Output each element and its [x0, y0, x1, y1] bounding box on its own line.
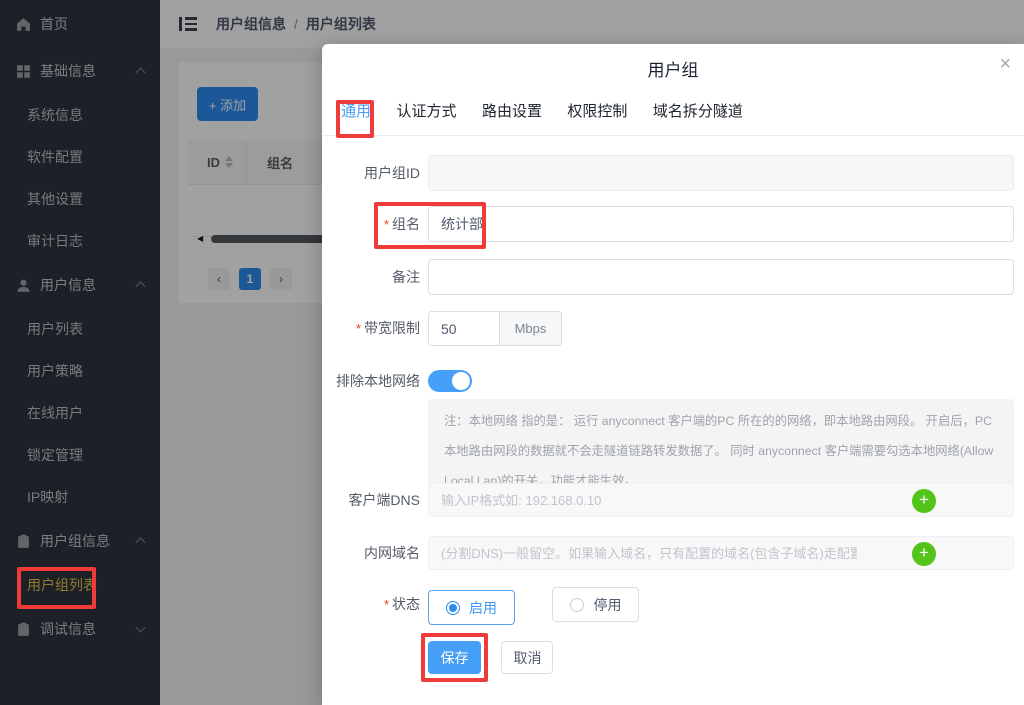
- tab-permission-control[interactable]: 权限控制: [567, 100, 627, 134]
- modal-tabs: 通用 认证方式 路由设置 权限控制 域名拆分隧道: [322, 100, 1024, 136]
- field-label: 用户组ID: [364, 155, 420, 191]
- radio-selected-icon: [446, 601, 460, 615]
- modal-title: 用户组: [322, 56, 1024, 81]
- intranet-domain-input[interactable]: [429, 537, 869, 569]
- form-row-client-dns: 客户端DNS +: [428, 483, 1014, 517]
- add-dns-button[interactable]: +: [912, 489, 936, 513]
- status-option-disable[interactable]: 停用: [552, 587, 639, 622]
- required-asterisk: *: [384, 217, 389, 232]
- bandwidth-input[interactable]: [429, 312, 499, 345]
- bandwidth-unit: Mbps: [499, 312, 561, 345]
- form-row-group-id: 用户组ID: [428, 155, 1014, 191]
- group-id-input[interactable]: [428, 155, 1014, 191]
- form-actions: 保存 取消: [428, 641, 1014, 674]
- form-row-status: *状态 启用 停用: [428, 587, 1014, 625]
- field-label: *状态: [384, 587, 420, 622]
- client-dns-input[interactable]: [429, 484, 869, 516]
- app-root: 首页 基础信息 系统信息 软件配置 其他设置 审计日志 用户信息 用户列表 用户…: [0, 0, 1024, 705]
- required-asterisk: *: [384, 597, 389, 612]
- field-label: *带宽限制: [356, 311, 420, 346]
- tab-domain-split-tunnel[interactable]: 域名拆分隧道: [653, 100, 743, 134]
- field-label: *组名: [384, 206, 420, 243]
- tab-general[interactable]: 通用: [341, 100, 371, 136]
- add-domain-button[interactable]: +: [912, 542, 936, 566]
- field-label: 客户端DNS: [348, 483, 420, 517]
- field-label: 备注: [392, 259, 420, 295]
- usergroup-modal: 用户组 × 通用 认证方式 路由设置 权限控制 域名拆分隧道 用户组ID *组名…: [322, 44, 1024, 705]
- form-row-remark: 备注: [428, 259, 1014, 295]
- toggle-knob: [452, 372, 470, 390]
- status-option-enable[interactable]: 启用: [428, 590, 515, 625]
- radio-unselected-icon: [570, 598, 584, 612]
- exclude-local-toggle[interactable]: [428, 370, 472, 392]
- form-row-group-name: *组名: [428, 206, 1014, 242]
- field-label: 内网域名: [364, 536, 420, 570]
- close-icon[interactable]: ×: [999, 54, 1011, 74]
- field-label: 排除本地网络: [336, 370, 420, 392]
- client-dns-field: +: [428, 483, 1014, 517]
- required-asterisk: *: [356, 321, 361, 336]
- intranet-domain-field: +: [428, 536, 1014, 570]
- save-button[interactable]: 保存: [428, 641, 481, 674]
- bandwidth-input-group: Mbps: [428, 311, 562, 346]
- form-row-intranet-domain: 内网域名 +: [428, 536, 1014, 570]
- form-row-bandwidth: *带宽限制 Mbps: [428, 311, 1014, 346]
- form-row-exclude-local: 排除本地网络: [428, 370, 1014, 392]
- cancel-button[interactable]: 取消: [501, 641, 553, 674]
- group-name-input[interactable]: [428, 206, 1014, 242]
- tab-route-settings[interactable]: 路由设置: [482, 100, 542, 134]
- tab-auth-method[interactable]: 认证方式: [396, 100, 456, 134]
- remark-input[interactable]: [428, 259, 1014, 295]
